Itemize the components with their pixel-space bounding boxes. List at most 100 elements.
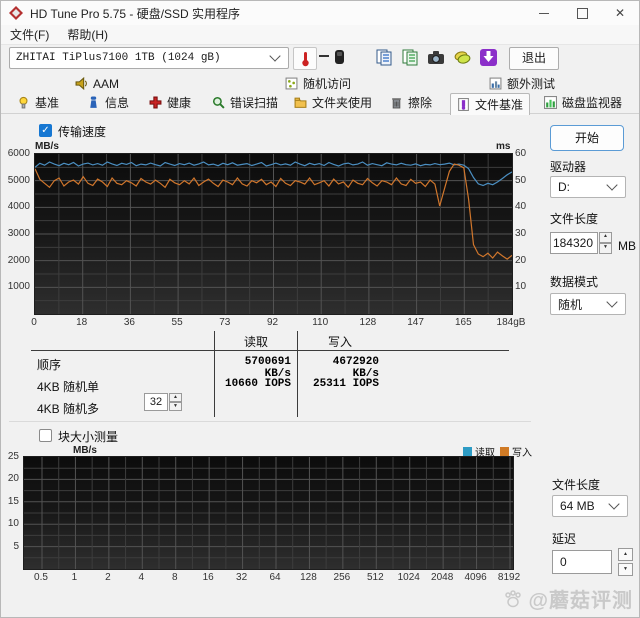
close-icon: ✕	[614, 6, 626, 20]
bottom-chart-xtick: 1024	[397, 572, 420, 583]
tab-info-label: 信息	[105, 96, 130, 110]
menu-help[interactable]: 帮助(H)	[58, 26, 117, 43]
thermometer-icon	[302, 51, 309, 66]
top-chart-ytick-left: 2000	[7, 254, 30, 266]
file-length-stepper[interactable]: 184320 ▲ ▼	[550, 232, 612, 254]
download-update-button[interactable]	[477, 47, 499, 68]
disk-monitor-icon	[544, 96, 557, 109]
start-button[interactable]: 开始	[550, 125, 624, 151]
temperature-button[interactable]	[293, 47, 317, 70]
results-seq-write: 4672920 KB/s	[332, 356, 379, 380]
check-icon: ✓	[41, 125, 50, 136]
file-length-value: 184320	[550, 232, 598, 254]
tab-aam-label: AAM	[93, 76, 120, 91]
block-size-label: 块大小测量	[58, 430, 119, 444]
extra-tests-icon	[489, 77, 502, 90]
tab-folder-usage[interactable]: 文件夹使用	[288, 93, 378, 112]
block-file-length-value: 64 MB	[560, 499, 595, 513]
app-icon	[9, 6, 23, 20]
tab-extra-tests[interactable]: 额外测试	[483, 74, 561, 93]
stepper-up-button[interactable]: ▲	[169, 393, 182, 402]
bottom-chart-xtick: 128	[300, 572, 317, 583]
tab-disk-monitor[interactable]: 磁盘监视器	[538, 93, 628, 112]
stepper-down-button[interactable]: ▼	[169, 402, 182, 411]
tab-error-scan-label: 错误扫描	[230, 96, 279, 110]
tab-random-access-label: 随机访问	[303, 77, 352, 91]
buy-button[interactable]	[451, 47, 473, 68]
tab-disk-monitor-label: 磁盘监视器	[562, 96, 623, 110]
bottom-chart-ytick: 5	[13, 540, 19, 552]
bottom-chart-xtick: 16	[202, 572, 214, 583]
stepper-up-button[interactable]: ▲	[618, 548, 633, 561]
block-size-chart	[24, 457, 513, 569]
tab-random-access[interactable]: 随机访问	[279, 74, 357, 93]
tab-folder-usage-label: 文件夹使用	[312, 96, 373, 110]
screenshot-button[interactable]	[425, 47, 447, 68]
chevron-down-icon	[606, 296, 618, 308]
queue-depth-stepper[interactable]: 32 ▲ ▼	[144, 393, 182, 411]
exit-button[interactable]: 退出	[509, 47, 559, 70]
menu-file[interactable]: 文件(F)	[1, 26, 58, 43]
top-chart-ytick-left: 5000	[7, 174, 30, 186]
toolbar: ZHITAI TiPlus7100 1TB (1024 gB) 退出	[1, 45, 639, 73]
transfer-speed-label: 传输速度	[58, 125, 107, 139]
tab-info[interactable]: 信息	[81, 93, 135, 112]
delay-stepper[interactable]: ▲ ▼	[618, 548, 633, 576]
results-seq-read: 5700691 KB/s	[244, 356, 291, 380]
tab-benchmark-label: 基准	[35, 96, 60, 110]
app-window: HD Tune Pro 5.75 - 硬盘/SSD 实用程序 ✕ 文件(F) 帮…	[0, 0, 640, 618]
random-access-icon	[285, 77, 298, 90]
delay-label: 延迟	[552, 532, 577, 546]
transfer-speed-checkbox[interactable]: ✓	[39, 124, 52, 137]
top-chart-xtick: 92	[266, 317, 279, 328]
bottom-chart-xtick: 1	[71, 572, 78, 583]
stepper-down-button[interactable]: ▼	[618, 563, 633, 576]
delay-field[interactable]: 0	[552, 550, 612, 574]
results-rnd-single-write: 25311 IOPS	[312, 378, 379, 390]
tab-file-benchmark[interactable]: 文件基准	[450, 93, 531, 115]
drive-temp-icon	[335, 50, 344, 64]
top-chart-xtick: 73	[219, 317, 231, 328]
section-separator	[9, 421, 531, 422]
data-mode-dropdown[interactable]: 随机	[550, 293, 626, 315]
bottom-chart-xtick: 256	[333, 572, 351, 583]
data-mode-label: 数据模式	[550, 275, 599, 289]
tab-health[interactable]: 健康	[143, 93, 197, 112]
top-chart-xtick: 18	[76, 317, 88, 328]
chevron-down-icon	[606, 179, 618, 191]
block-file-length-dropdown[interactable]: 64 MB	[552, 495, 628, 517]
tab-erase[interactable]: 擦除	[384, 93, 438, 112]
top-chart-ytick-right: 10	[515, 281, 527, 293]
block-size-checkbox[interactable]	[39, 429, 52, 442]
top-chart-xtick: 36	[123, 317, 135, 328]
copy-text-button[interactable]	[373, 47, 395, 68]
window-title: HD Tune Pro 5.75 - 硬盘/SSD 实用程序	[30, 6, 241, 21]
results-row-label: 4KB 随机单	[37, 380, 100, 394]
copy-image-button[interactable]	[399, 47, 421, 68]
minimize-button[interactable]	[525, 1, 563, 25]
drive-label: 驱动器	[550, 160, 587, 174]
results-header-rule	[31, 350, 509, 351]
speaker-icon	[75, 77, 87, 90]
watermark-text: @蘑菇评测	[528, 590, 633, 612]
maximize-button[interactable]	[563, 1, 601, 25]
stepper-up-button[interactable]: ▲	[599, 232, 612, 243]
stepper-down-button[interactable]: ▼	[599, 243, 612, 254]
close-button[interactable]: ✕	[601, 1, 639, 25]
health-icon	[149, 96, 162, 109]
tab-health-label: 健康	[167, 96, 192, 110]
minimize-icon	[539, 12, 549, 14]
tab-benchmark[interactable]: 基准	[11, 93, 65, 112]
erase-icon	[392, 98, 401, 109]
bottom-chart-ytick: 10	[7, 518, 19, 530]
bottom-chart-ytick: 15	[7, 495, 19, 507]
error-scan-icon	[212, 96, 225, 109]
tab-aam[interactable]: AAM	[69, 74, 125, 93]
read-legend-swatch	[463, 447, 472, 456]
drive-select-combo[interactable]: ZHITAI TiPlus7100 1TB (1024 gB)	[9, 47, 289, 69]
tab-file-benchmark-label: 文件基准	[475, 98, 524, 112]
tab-error-scan[interactable]: 错误扫描	[206, 93, 284, 112]
tab-erase-label: 擦除	[408, 96, 433, 110]
drive-dropdown[interactable]: D:	[550, 176, 626, 198]
download-icon	[479, 49, 497, 66]
